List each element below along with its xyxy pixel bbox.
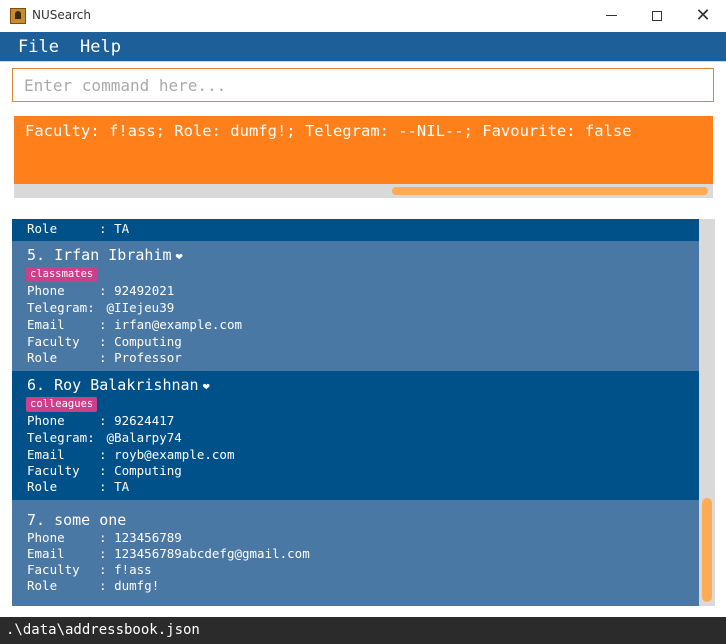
menu-bar: File Help: [0, 32, 726, 62]
person-name: 5. Irfan Ibrahim ❤: [27, 246, 183, 264]
field-label: Role: [27, 479, 58, 494]
email-field: Email: irfan@example.com: [27, 317, 242, 332]
menu-help[interactable]: Help: [80, 37, 121, 57]
role-field: Role: TA: [27, 479, 130, 494]
role-field: Role: TA: [27, 221, 130, 236]
save-file-path: .\data\addressbook.json: [6, 622, 200, 638]
telegram-field: Telegram: @Balarpy74: [27, 430, 182, 445]
phone-field: Phone: 92492021: [27, 283, 175, 298]
field-value: f!ass: [114, 562, 152, 577]
person-name-text: Roy Balakrishnan: [54, 376, 199, 394]
field-label: Phone: [27, 283, 65, 298]
address-book-icon: [10, 8, 26, 24]
field-label: Phone: [27, 530, 65, 545]
field-label: Phone: [27, 413, 65, 428]
field-label: Telegram:: [27, 430, 95, 445]
field-label: Email: [27, 447, 65, 462]
favourite-heart-icon: ❤: [175, 249, 183, 263]
field-value: 92492021: [114, 283, 175, 298]
faculty-field: Faculty: Computing: [27, 334, 182, 349]
email-field: Email: 123456789abcdefg@gmail.com: [27, 546, 310, 561]
field-value: irfan@example.com: [114, 317, 242, 332]
menu-file[interactable]: File: [18, 37, 59, 57]
role-field: Role: dumfg!: [27, 578, 160, 593]
role-field: Role: Professor: [27, 350, 182, 365]
field-value: royb@example.com: [114, 447, 235, 462]
status-bar: .\data\addressbook.json: [0, 617, 726, 644]
field-value: 123456789: [114, 530, 182, 545]
field-value: @Balarpy74: [106, 430, 182, 445]
person-name-text: Irfan Ibrahim: [54, 246, 172, 264]
person-list[interactable]: Role: TA 5. Irfan Ibrahim ❤ classmates Ph…: [12, 219, 715, 606]
close-button[interactable]: ✕: [680, 0, 726, 31]
field-label: Telegram:: [27, 300, 95, 315]
title-bar: NUSearch ✕: [0, 0, 726, 32]
minimize-icon: [605, 15, 617, 16]
phone-field: Phone: 92624417: [27, 413, 175, 428]
email-field: Email: royb@example.com: [27, 447, 235, 462]
tag-badge: classmates: [26, 267, 98, 282]
field-label: Faculty: [27, 463, 80, 478]
field-value: Professor: [114, 350, 182, 365]
minimize-button[interactable]: [588, 0, 634, 31]
result-display[interactable]: Faculty: f!ass; Role: dumfg!; Telegram: …: [14, 116, 713, 184]
person-index: 7.: [27, 511, 46, 529]
person-name: 7. some one: [27, 511, 126, 529]
person-name: 6. Roy Balakrishnan ❤: [27, 376, 210, 394]
faculty-field: Faculty: Computing: [27, 463, 182, 478]
person-list-vertical-scrollbar[interactable]: [699, 219, 715, 606]
command-input[interactable]: [12, 68, 714, 102]
field-value: Computing: [114, 463, 182, 478]
field-value: TA: [114, 479, 130, 494]
telegram-field: Telegram: @IIejeu39: [27, 300, 174, 315]
field-value: Computing: [114, 334, 182, 349]
result-horizontal-scrollbar[interactable]: [14, 184, 713, 198]
field-label: Role: [27, 578, 58, 593]
field-value: TA: [114, 221, 130, 236]
phone-field: Phone: 123456789: [27, 530, 182, 545]
faculty-field: Faculty: f!ass: [27, 562, 152, 577]
person-card[interactable]: 5. Irfan Ibrahim ❤ classmates Phone: 9249…: [12, 241, 699, 371]
person-card[interactable]: 7. some one Phone: 123456789 Email: 1234…: [12, 500, 699, 606]
maximize-button[interactable]: [634, 0, 680, 31]
field-label: Email: [27, 317, 65, 332]
field-value: dumfg!: [114, 578, 160, 593]
field-label: Email: [27, 546, 65, 561]
result-text: Faculty: f!ass; Role: dumfg!; Telegram: …: [25, 122, 632, 140]
field-label: Role: [27, 350, 58, 365]
person-index: 5.: [27, 246, 46, 264]
field-value: 92624417: [114, 413, 175, 428]
field-label: Faculty: [27, 562, 80, 577]
field-label: Role: [27, 221, 58, 236]
favourite-heart-icon: ❤: [202, 379, 210, 393]
person-list-scrollbar-thumb[interactable]: [702, 498, 712, 602]
field-value: 123456789abcdefg@gmail.com: [114, 546, 310, 561]
result-scrollbar-thumb[interactable]: [392, 187, 708, 195]
person-card[interactable]: 6. Roy Balakrishnan ❤ colleagues Phone: 9…: [12, 371, 699, 500]
person-card-partial[interactable]: Role: TA: [12, 219, 699, 241]
window-title: NUSearch: [32, 8, 91, 22]
tag-badge: colleagues: [26, 397, 98, 412]
field-label: Faculty: [27, 334, 80, 349]
maximize-icon: [652, 10, 662, 21]
field-value: @IIejeu39: [106, 300, 175, 315]
close-icon: ✕: [695, 4, 711, 26]
person-name-text: some one: [54, 511, 127, 529]
person-index: 6.: [27, 376, 46, 394]
